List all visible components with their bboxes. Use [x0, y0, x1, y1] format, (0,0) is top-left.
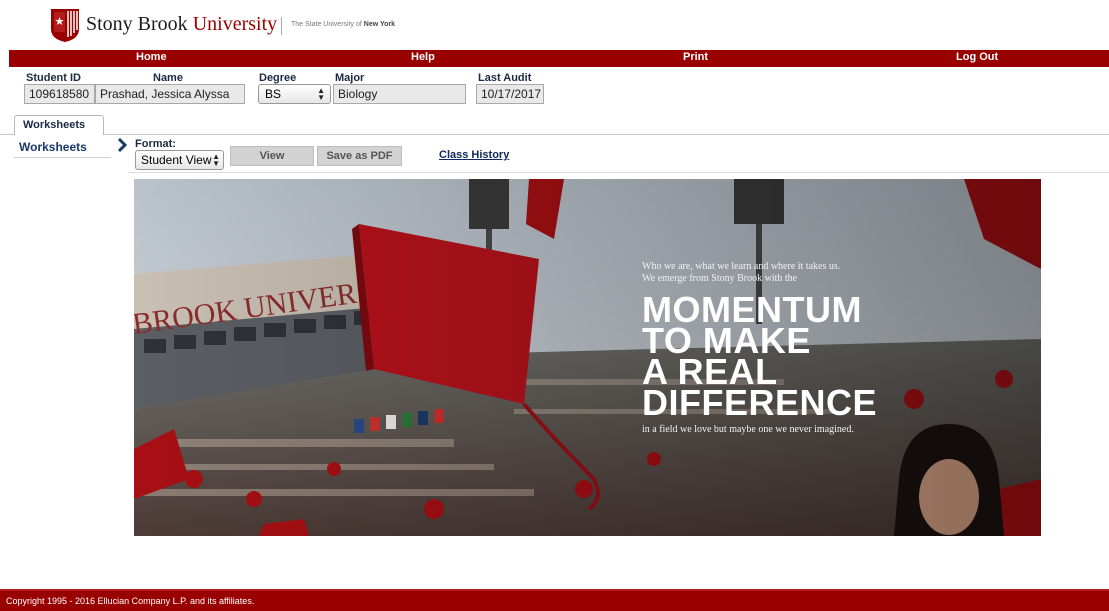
university-name-part1: Stony Brook: [86, 13, 188, 35]
banner-text: Who we are, what we learn and where it t…: [642, 261, 877, 435]
university-name: Stony Brook University: [86, 13, 277, 36]
chevron-right-icon: [117, 137, 128, 153]
degree-select[interactable]: BS ▲ ▼: [258, 84, 331, 104]
shield-logo-icon: [51, 9, 79, 42]
degree-label: Degree: [259, 72, 297, 84]
tab-worksheets[interactable]: Worksheets: [14, 115, 104, 135]
toolbar-divider: [128, 172, 1109, 173]
last-audit-label: Last Audit: [478, 72, 532, 84]
tab-baseline: [104, 134, 1109, 135]
logo-divider: [281, 17, 282, 35]
sidebar-divider: [14, 157, 111, 158]
footer-bar: Copyright 1995 - 2016 Ellucian Company L…: [0, 589, 1109, 611]
tagline-prefix: The State University of: [291, 21, 362, 28]
university-name-part2: University: [192, 13, 278, 35]
select-arrows-icon: ▲ ▼: [212, 152, 220, 168]
page: Stony Brook University The State Univers…: [0, 0, 1109, 611]
nav-print[interactable]: Print: [683, 51, 708, 63]
banner-image: BROOK UNIVERSIT: [134, 179, 1041, 536]
tagline-bold: New York: [363, 21, 396, 28]
major-field: Biology: [333, 84, 466, 104]
name-field: Prashad, Jessica Alyssa: [95, 84, 245, 104]
banner-footer-line: in a field we love but maybe one we neve…: [642, 424, 854, 435]
save-as-pdf-button[interactable]: Save as PDF: [317, 146, 402, 166]
main-nav-bar: Home Help Print Log Out: [9, 50, 1109, 67]
header-logo-row: Stony Brook University The State Univers…: [0, 0, 1109, 46]
degree-select-value: BS: [265, 87, 282, 101]
banner-line-1: Who we are, what we learn and where it t…: [642, 261, 841, 272]
format-select-value: Student View: [141, 153, 212, 167]
student-id-label: Student ID: [26, 72, 81, 84]
nav-help[interactable]: Help: [411, 51, 435, 63]
banner-headline: MOMENTUM TO MAKE A REAL DIFFERENCE: [642, 292, 878, 423]
select-arrows-icon: ▲ ▼: [317, 86, 325, 102]
nav-log-out[interactable]: Log Out: [956, 51, 998, 63]
class-history-link[interactable]: Class History: [439, 149, 509, 161]
last-audit-field: 10/17/2017: [476, 84, 544, 104]
major-label: Major: [335, 72, 365, 84]
banner-headline-4: DIFFERENCE: [642, 382, 878, 423]
graduation-banner: BROOK UNIVERSIT: [134, 179, 1041, 536]
copyright-text: Copyright 1995 - 2016 Ellucian Company L…: [6, 596, 255, 606]
format-label: Format:: [135, 138, 176, 150]
sidebar-item-worksheets[interactable]: Worksheets: [19, 140, 87, 154]
view-button[interactable]: View: [230, 146, 314, 166]
university-tagline: The State University of New York: [291, 21, 395, 28]
student-id-field: 109618580: [24, 84, 95, 104]
banner-line-2: We emerge from Stony Brook with the: [642, 273, 798, 284]
tab-baseline-left: [0, 134, 14, 135]
format-select[interactable]: Student View ▲ ▼: [135, 150, 224, 170]
name-label: Name: [153, 72, 183, 84]
nav-home[interactable]: Home: [136, 51, 167, 63]
